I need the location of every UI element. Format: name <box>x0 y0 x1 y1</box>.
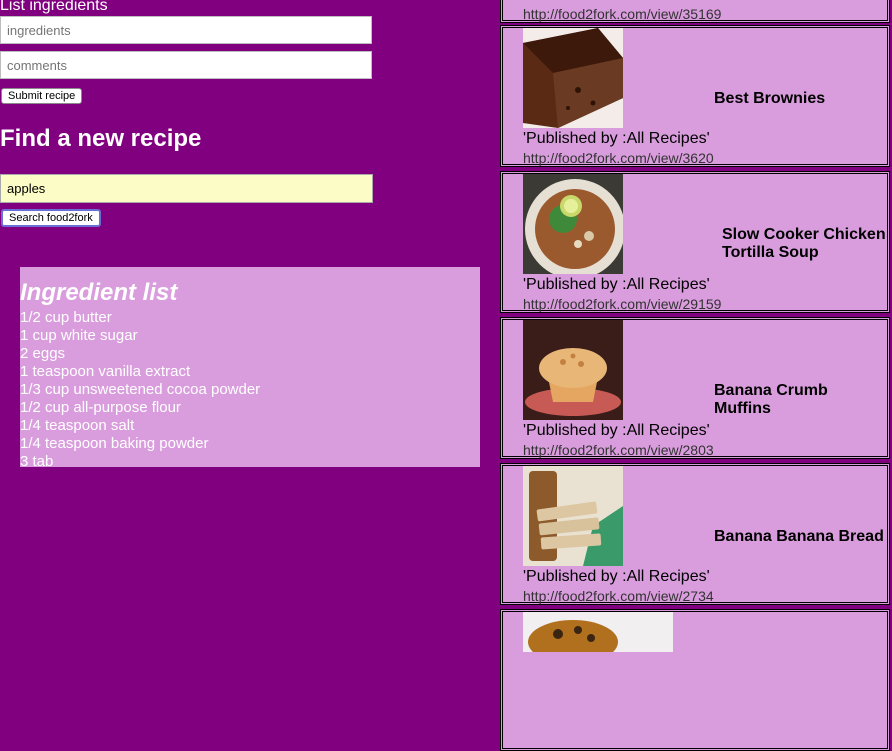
ingredients-input[interactable] <box>0 16 372 44</box>
ingredient-item: 1/2 cup butter <box>20 309 112 326</box>
submit-recipe-button[interactable]: Submit recipe <box>1 88 83 104</box>
ingredient-item: 1/4 teaspoon baking powder <box>20 435 209 452</box>
recipe-url[interactable]: http://food2fork.com/view/3620 <box>523 150 714 166</box>
recipe-image-soup[interactable] <box>523 174 623 274</box>
ingredient-item: 1/4 teaspoon salt <box>20 417 135 434</box>
recipe-publisher: 'Published by :All Recipes' <box>523 130 710 147</box>
recipe-url[interactable]: http://food2fork.com/view/2803 <box>523 442 714 458</box>
recipe-image-bread[interactable] <box>523 466 623 566</box>
recipe-title[interactable]: Banana Crumb Muffins <box>714 382 887 418</box>
ingredient-item: 2 eggs <box>20 345 66 362</box>
recipe-image-cake[interactable] <box>523 612 673 652</box>
recipe-image-brownie[interactable] <box>523 28 623 128</box>
recipe-card[interactable]: Best Brownies 'Published by :All Recipes… <box>500 25 890 167</box>
recipe-publisher: 'Published by :All Recipes' <box>523 276 710 293</box>
find-recipe-heading: Find a new recipe <box>0 125 202 152</box>
search-food2fork-button[interactable]: Search food2fork <box>1 209 101 227</box>
recipe-search-input[interactable] <box>0 174 373 203</box>
ingredient-item: 1/2 cup all-purpose flour <box>20 399 181 416</box>
recipe-card[interactable] <box>500 609 890 751</box>
recipe-url[interactable]: http://food2fork.com/view/2734 <box>523 588 714 604</box>
recipe-title[interactable]: Banana Banana Bread <box>714 528 884 546</box>
recipe-url[interactable]: http://food2fork.com/view/35169 <box>523 6 721 22</box>
recipe-url[interactable]: http://food2fork.com/view/29159 <box>523 296 721 312</box>
comments-input[interactable] <box>0 51 372 79</box>
ingredient-list-panel: Ingredient list 1/2 cup butter 1 cup whi… <box>20 267 480 467</box>
ingredient-item: 1/3 cup unsweetened cocoa powder <box>20 381 261 398</box>
ingredient-item: 3 tab <box>20 453 54 467</box>
recipe-card[interactable]: Banana Crumb Muffins 'Published by :All … <box>500 317 890 459</box>
ingredient-list-heading: Ingredient list <box>20 279 178 306</box>
recipe-publisher: 'Published by :All Recipes' <box>523 568 710 585</box>
recipe-title[interactable]: Slow Cooker Chicken Tortilla Soup <box>722 226 892 262</box>
recipe-title[interactable]: Best Brownies <box>714 90 825 108</box>
ingredient-item: 1 teaspoon vanilla extract <box>20 363 191 380</box>
recipe-form-column: List ingredients Submit recipe Find a ne… <box>0 0 500 643</box>
recipe-card[interactable]: Banana Banana Bread 'Published by :All R… <box>500 463 890 605</box>
recipe-publisher: 'Published by :All Recipes' <box>523 422 710 439</box>
recipe-card[interactable]: Slow Cooker Chicken Tortilla Soup 'Publi… <box>500 171 890 313</box>
list-ingredients-label: List ingredients <box>0 0 108 14</box>
recipe-results-list: http://food2fork.com/view/35169 Best Bro… <box>500 0 892 751</box>
ingredient-item: 1 cup white sugar <box>20 327 138 344</box>
recipe-image-muffin[interactable] <box>523 320 623 420</box>
recipe-card[interactable]: http://food2fork.com/view/35169 <box>500 0 890 23</box>
